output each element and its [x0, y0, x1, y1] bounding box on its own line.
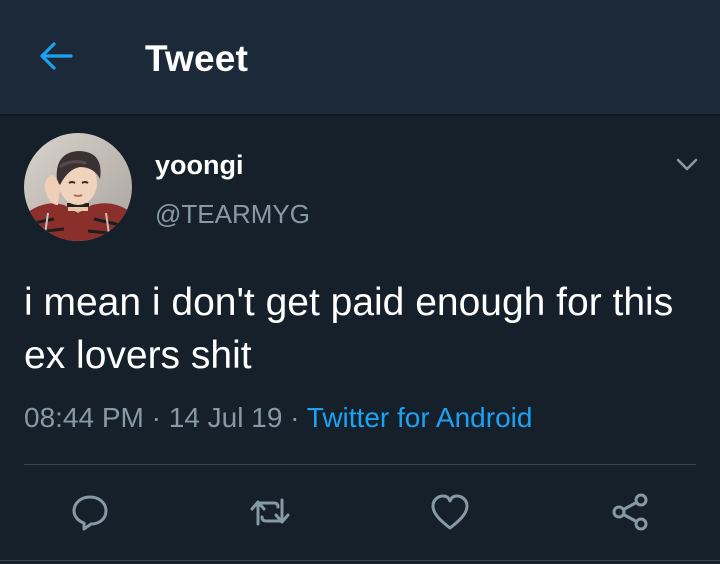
retweet-icon: [250, 498, 290, 526]
separator-dot: ·: [151, 402, 161, 433]
back-button[interactable]: [36, 36, 76, 76]
like-button[interactable]: [428, 490, 472, 534]
bottom-divider: [0, 560, 720, 561]
separator-dot: ·: [290, 402, 300, 433]
avatar-image: [24, 133, 132, 241]
divider: [24, 464, 696, 465]
arrow-left-icon: [40, 42, 73, 70]
tweet-source-link[interactable]: Twitter for Android: [307, 402, 533, 433]
reply-bubble-icon: [72, 495, 108, 531]
reply-button[interactable]: [68, 490, 112, 534]
tweet-time: 08:44 PM: [24, 402, 144, 433]
author-display-name[interactable]: yoongi: [155, 150, 244, 181]
tweet-menu-button[interactable]: [670, 150, 704, 180]
share-icon: [612, 493, 648, 531]
chevron-down-icon: [676, 158, 698, 171]
page-title: Tweet: [145, 38, 249, 79]
share-button[interactable]: [608, 490, 652, 534]
author-handle[interactable]: @TEARMYG: [155, 199, 310, 230]
retweet-button[interactable]: [248, 490, 292, 534]
tweet-metadata: 08:44 PM · 14 Jul 19 · Twitter for Andro…: [24, 402, 532, 434]
tweet-date: 14 Jul 19: [168, 402, 283, 433]
tweet-text: i mean i don't get paid enough for this …: [24, 281, 674, 377]
heart-icon: [431, 494, 469, 530]
avatar[interactable]: [24, 133, 132, 241]
top-app-bar: Tweet: [0, 0, 720, 116]
